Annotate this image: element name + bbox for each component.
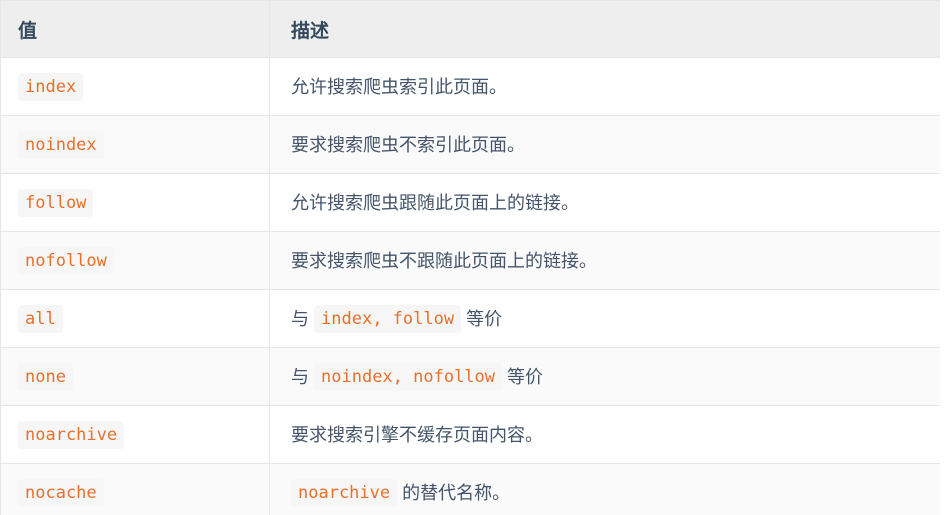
description-text: 等价 xyxy=(461,308,503,329)
description-code-token: noindex, nofollow xyxy=(314,362,503,391)
table-row: nocache noarchive 的替代名称。 xyxy=(0,463,940,515)
value-cell: nofollow xyxy=(0,231,270,290)
description-code-token: index, follow xyxy=(314,304,462,333)
value-cell: all xyxy=(0,289,270,348)
value-cell: noarchive xyxy=(0,405,270,464)
value-code-token: all xyxy=(18,304,63,333)
table-body: index 允许搜索爬虫索引此页面。 noindex 要求搜索爬虫不索引此页面。 fol… xyxy=(0,57,940,515)
table-row: nofollow 要求搜索爬虫不跟随此页面上的链接。 xyxy=(0,231,940,290)
table-row: noindex 要求搜索爬虫不索引此页面。 xyxy=(0,115,940,174)
description-cell: 要求搜索爬虫不索引此页面。 xyxy=(269,115,940,174)
table-row: follow 允许搜索爬虫跟随此页面上的链接。 xyxy=(0,173,940,232)
value-cell: index xyxy=(0,57,270,116)
column-header-value: 值 xyxy=(0,0,270,58)
description-text: 与 xyxy=(291,308,315,329)
description-text: 要求搜索爬虫不索引此页面。 xyxy=(291,134,525,155)
description-cell: 要求搜索引擎不缓存页面内容。 xyxy=(269,405,940,464)
value-cell: follow xyxy=(0,173,270,232)
value-code-token: nofollow xyxy=(18,246,114,275)
table-header-row: 值 描述 xyxy=(0,0,940,58)
description-text: 等价 xyxy=(502,366,544,387)
description-cell: 要求搜索爬虫不跟随此页面上的链接。 xyxy=(269,231,940,290)
value-code-token: index xyxy=(18,72,84,101)
description-cell: 允许搜索爬虫跟随此页面上的链接。 xyxy=(269,173,940,232)
description-text: 与 xyxy=(291,366,315,387)
table-header: 值 描述 xyxy=(0,0,940,58)
description-text: 的替代名称。 xyxy=(397,482,511,503)
value-cell: noindex xyxy=(0,115,270,174)
robots-meta-values-table: 值 描述 index 允许搜索爬虫索引此页面。 noindex 要求搜索爬虫不索引此页… xyxy=(0,0,940,515)
description-cell: 允许搜索爬虫索引此页面。 xyxy=(269,57,940,116)
value-code-token: noarchive xyxy=(18,420,125,449)
table-row: noarchive 要求搜索引擎不缓存页面内容。 xyxy=(0,405,940,464)
description-text: 要求搜索爬虫不跟随此页面上的链接。 xyxy=(291,250,597,271)
description-code-token: noarchive xyxy=(291,478,398,507)
description-cell: noarchive 的替代名称。 xyxy=(269,463,940,515)
description-text: 允许搜索爬虫跟随此页面上的链接。 xyxy=(291,192,579,213)
column-header-description: 描述 xyxy=(269,0,940,58)
description-text: 允许搜索爬虫索引此页面。 xyxy=(291,76,507,97)
value-code-token: noindex xyxy=(18,130,104,159)
description-text: 要求搜索引擎不缓存页面内容。 xyxy=(291,424,543,445)
value-code-token: none xyxy=(18,362,73,391)
table-row: none 与 noindex, nofollow 等价 xyxy=(0,347,940,406)
value-cell: none xyxy=(0,347,270,406)
description-cell: 与 noindex, nofollow 等价 xyxy=(269,347,940,406)
value-code-token: follow xyxy=(18,188,94,217)
table-row: all 与 index, follow 等价 xyxy=(0,289,940,348)
table-row: index 允许搜索爬虫索引此页面。 xyxy=(0,57,940,116)
value-code-token: nocache xyxy=(18,478,104,507)
robots-meta-values-table-container: 值 描述 index 允许搜索爬虫索引此页面。 noindex 要求搜索爬虫不索引此页… xyxy=(0,0,940,515)
description-cell: 与 index, follow 等价 xyxy=(269,289,940,348)
value-cell: nocache xyxy=(0,463,270,515)
